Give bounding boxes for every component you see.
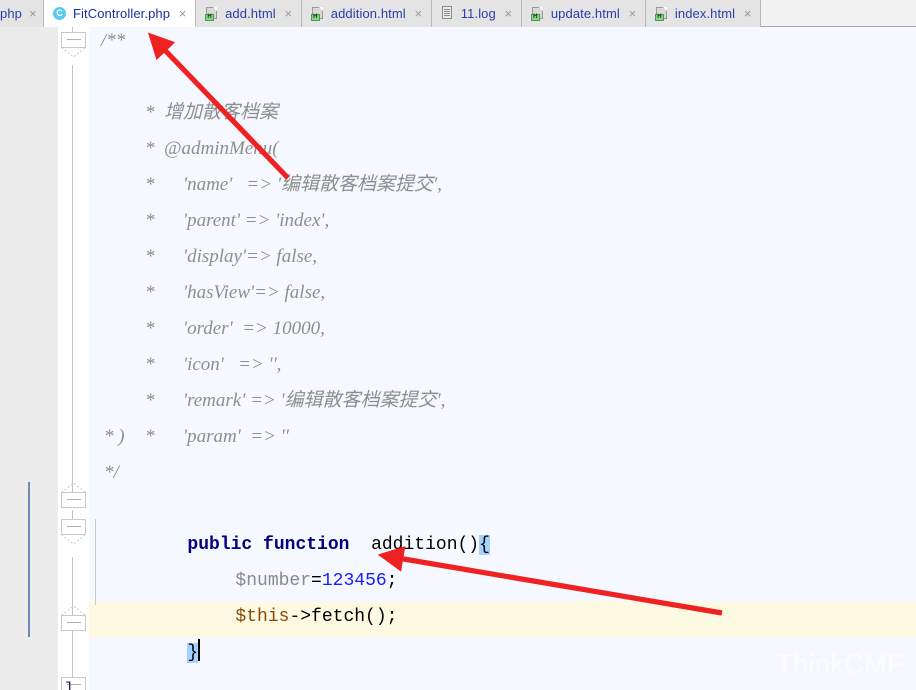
html-file-icon: H xyxy=(205,6,219,21)
variable-this: $this xyxy=(235,607,290,627)
fold-marker-comment-start[interactable] xyxy=(61,32,86,58)
annotation-gutter[interactable] xyxy=(28,27,58,690)
tab-close-icon[interactable]: × xyxy=(503,7,514,20)
tab-index-html[interactable]: H index.html × xyxy=(645,0,762,27)
fold-marker-method-end[interactable] xyxy=(61,605,86,631)
tab-11-log[interactable]: 11.log × xyxy=(431,0,522,27)
code-line-doc-close: */ xyxy=(104,462,119,483)
html-file-icon: H xyxy=(530,6,545,21)
tab-addition-html[interactable]: H addition.html × xyxy=(301,0,432,27)
html-icon-letter: H xyxy=(654,14,664,21)
tab-bar-empty-space xyxy=(761,0,916,26)
tab-label: 11.log xyxy=(460,6,496,21)
code-line-param-parent: * 'parent' => 'index', xyxy=(107,167,329,231)
php-class-icon-letter: C xyxy=(53,6,66,20)
code-text-area[interactable]: /** * 增加散客档案 * @adminMenu( * 'name' => '… xyxy=(64,27,916,690)
fold-marker-comment-end[interactable] xyxy=(61,482,86,508)
tab-add-html[interactable]: H add.html × xyxy=(196,0,302,27)
code-line-doc-open: /** xyxy=(101,30,126,51)
tab-close-icon[interactable]: × xyxy=(283,7,294,20)
doc-arrow: => xyxy=(250,426,276,447)
thinkcmf-watermark: ThinkCMF xyxy=(776,649,904,679)
html-icon-letter: H xyxy=(205,14,215,21)
line-number-gutter[interactable] xyxy=(0,27,28,690)
code-line-adminmenu-close: * ) xyxy=(104,426,125,447)
object-operator: -> xyxy=(289,607,312,627)
code-line-param-param: * 'param' => '' xyxy=(107,383,289,447)
text-caret xyxy=(198,639,201,661)
code-line-method-close[interactable]: } xyxy=(101,599,201,663)
code-line-param-display: * 'display'=> false, xyxy=(107,203,317,267)
tab-php[interactable]: php × xyxy=(0,0,44,27)
tab-label: add.html xyxy=(225,6,276,21)
tab-close-icon[interactable]: × xyxy=(29,7,37,20)
code-line-method-signature[interactable]: public function addition(){ xyxy=(101,491,490,555)
editor-window: php × C FitController.php × H add.html ×… xyxy=(0,0,916,690)
code-editor[interactable]: /** * 增加散客档案 * @adminMenu( * 'name' => '… xyxy=(0,27,916,690)
tab-label: addition.html xyxy=(330,6,406,21)
method-call-fetch: fetch() xyxy=(311,607,387,627)
html-icon-letter: H xyxy=(310,14,320,21)
tab-label: update.html xyxy=(550,6,620,21)
html-file-icon: H xyxy=(654,6,669,21)
code-line-doc-summary: * 增加散客档案 xyxy=(107,59,278,123)
tab-close-icon[interactable]: × xyxy=(742,7,753,20)
fold-marker-method-start[interactable] xyxy=(61,519,86,545)
editor-tab-bar: php × C FitController.php × H add.html ×… xyxy=(0,0,916,27)
tab-label: index.html xyxy=(674,6,736,21)
doc-key: 'param' xyxy=(183,426,241,447)
code-folding-gutter[interactable] xyxy=(58,27,89,690)
matching-brace-close: } xyxy=(187,643,199,663)
code-line-class-close: ] xyxy=(64,680,74,690)
tab-close-icon[interactable]: × xyxy=(413,7,424,20)
php-class-icon: C xyxy=(53,6,67,21)
code-line-param-icon: * 'icon' => '', xyxy=(107,311,281,375)
doc-value: '编辑散客档案提交', xyxy=(280,390,446,411)
code-line-param-remark: * 'remark' => '编辑散客档案提交', xyxy=(107,347,445,411)
doc-star: * xyxy=(145,426,155,447)
log-file-icon xyxy=(441,6,455,21)
tab-label: FitController.php xyxy=(73,5,171,21)
code-line-adminmenu-open: * @adminMenu( xyxy=(107,95,279,159)
tab-close-icon[interactable]: × xyxy=(177,7,188,20)
code-line-number-assignment[interactable]: $number=123456; xyxy=(149,527,397,591)
matching-brace-open: { xyxy=(479,535,490,555)
tab-fitcontroller-php[interactable]: C FitController.php × xyxy=(44,0,197,27)
doc-value: '' xyxy=(280,426,289,447)
tab-close-icon[interactable]: × xyxy=(627,7,638,20)
code-line-fetch-call[interactable]: $this->fetch(); xyxy=(149,563,397,627)
html-file-icon: H xyxy=(310,6,325,21)
tab-label: php xyxy=(0,6,22,21)
semicolon: ; xyxy=(386,607,398,627)
tab-update-html[interactable]: H update.html × xyxy=(521,0,646,27)
code-line-param-hasview: * 'hasView'=> false, xyxy=(107,239,325,303)
code-line-param-order: * 'order' => 10000, xyxy=(107,275,325,339)
html-icon-letter: H xyxy=(530,14,540,21)
code-line-param-name: * 'name' => '编辑散客档案提交', xyxy=(107,131,442,195)
vcs-change-bar[interactable] xyxy=(28,482,30,637)
